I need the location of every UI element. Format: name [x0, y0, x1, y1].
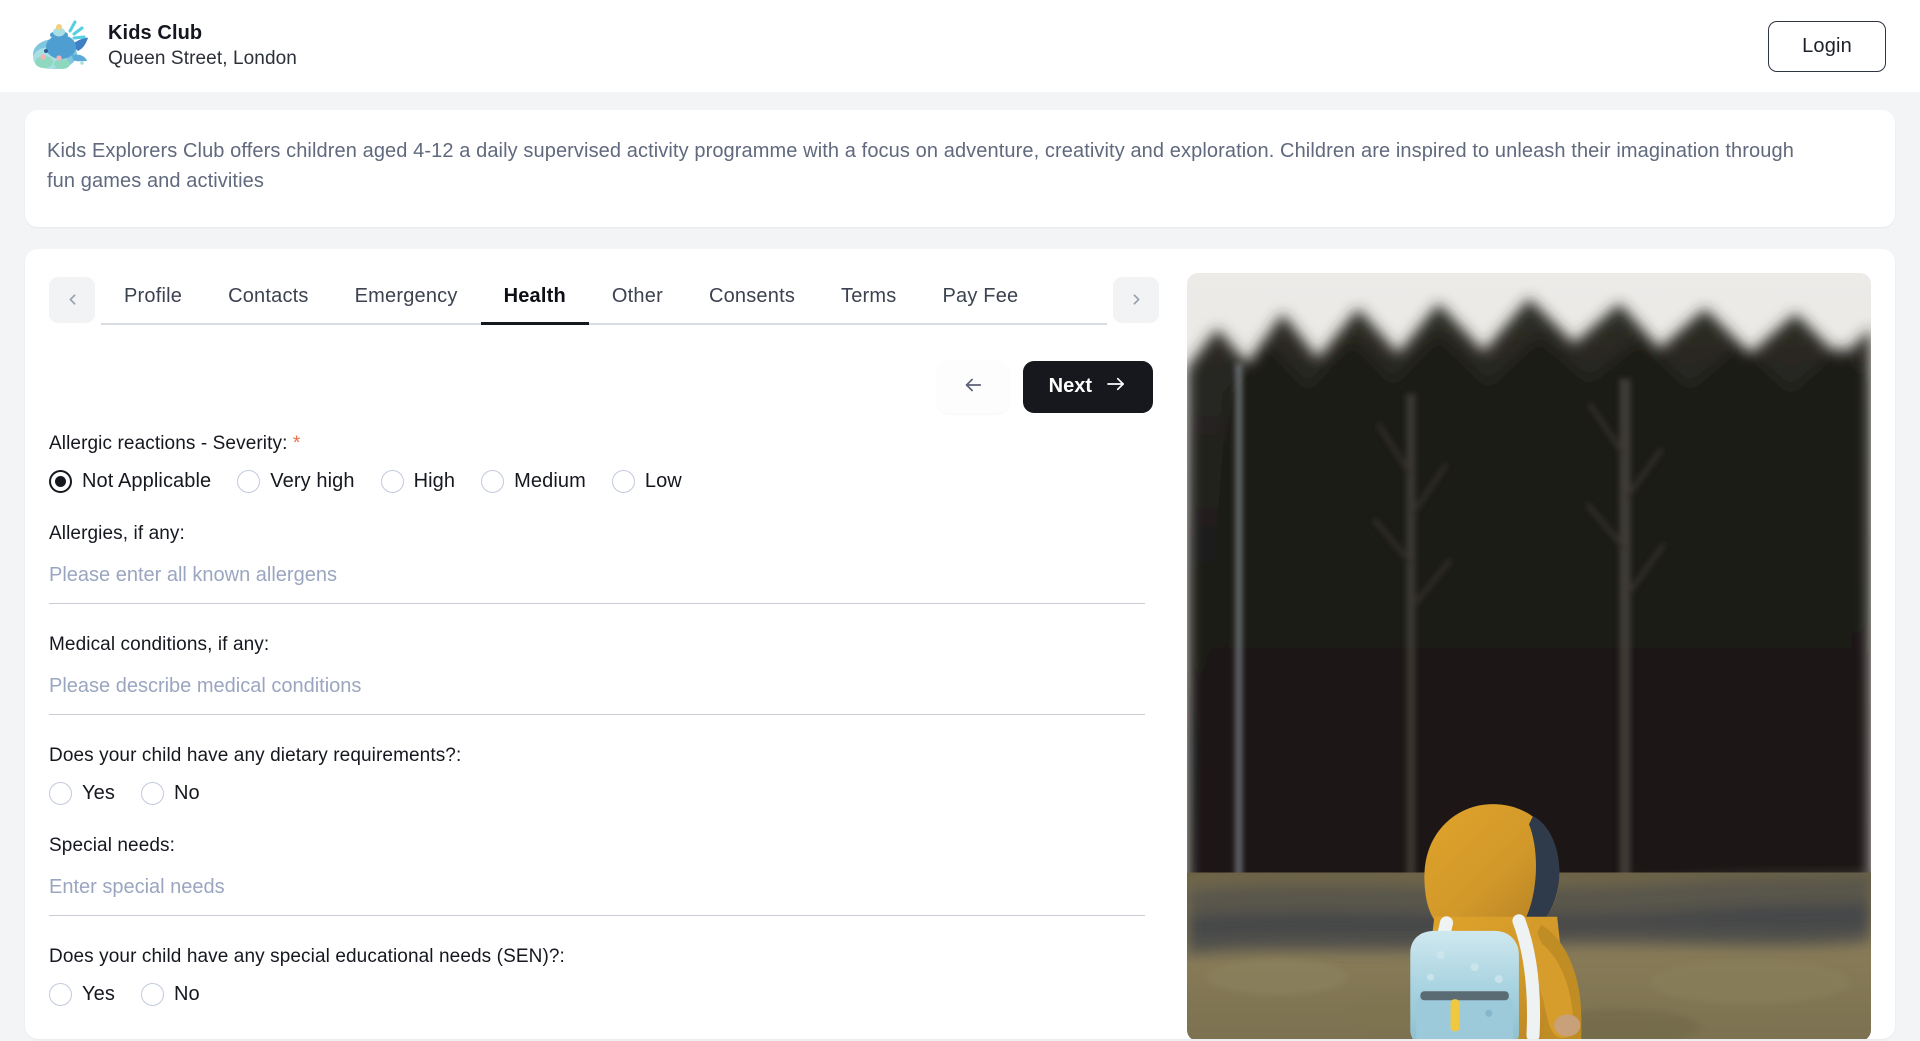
radio-dietary-no[interactable]: No — [140, 781, 200, 805]
tab-pay-fee[interactable]: Pay Fee — [919, 275, 1041, 325]
radio-dietary-yes[interactable]: Yes — [49, 781, 115, 805]
login-button[interactable]: Login — [1768, 20, 1886, 72]
radio-label: Yes — [82, 781, 115, 804]
next-button-label: Next — [1048, 375, 1092, 398]
radio-sen-yes[interactable]: Yes — [49, 982, 115, 1006]
arrow-left-icon — [962, 374, 984, 399]
radio-severity-low[interactable]: Low — [611, 469, 682, 493]
sen-label: Does your child have any special educati… — [49, 945, 565, 967]
severity-label: Allergic reactions - Severity: * — [49, 433, 1159, 455]
tab-list-viewport: Profile Contacts Emergency Health Other … — [101, 275, 1107, 325]
dietary-label: Does your child have any dietary require… — [49, 744, 462, 766]
whale-logo-icon — [28, 17, 90, 75]
site-header: Kids Club Queen Street, London Login — [0, 0, 1920, 92]
radio-mark-icon — [237, 469, 261, 493]
field-allergies: Allergies, if any: — [49, 523, 1159, 604]
back-button[interactable] — [936, 360, 1009, 413]
field-medical-conditions: Medical conditions, if any: — [49, 634, 1159, 715]
club-name: Kids Club — [108, 22, 203, 44]
required-asterisk: * — [292, 432, 301, 454]
radio-mark-icon — [49, 781, 72, 805]
page-content: Kids Explorers Club offers children aged… — [0, 92, 1920, 1039]
special-needs-label: Special needs: — [49, 834, 176, 856]
tab-health[interactable]: Health — [480, 275, 589, 325]
radio-label: Yes — [82, 982, 115, 1005]
radio-label: Not Applicable — [82, 469, 212, 492]
tab-terms[interactable]: Terms — [818, 275, 919, 325]
club-description-card: Kids Explorers Club offers children aged… — [25, 110, 1895, 227]
allergies-input[interactable] — [49, 559, 1145, 604]
radio-label: Low — [644, 469, 682, 492]
next-button[interactable]: Next — [1022, 360, 1153, 413]
tab-strip: Profile Contacts Emergency Health Other … — [49, 275, 1159, 325]
health-form: Allergic reactions - Severity: * Not App… — [49, 433, 1159, 1006]
special-needs-input[interactable] — [49, 871, 1145, 916]
radio-severity-not-applicable[interactable]: Not Applicable — [49, 469, 212, 493]
radio-label: Very high — [270, 469, 355, 492]
radio-severity-medium[interactable]: Medium — [481, 469, 586, 493]
sen-radio-group: Yes No — [49, 982, 1159, 1006]
tab-consents[interactable]: Consents — [686, 275, 818, 325]
tab-emergency[interactable]: Emergency — [332, 275, 481, 325]
tab-other[interactable]: Other — [589, 275, 686, 325]
club-photo — [1187, 272, 1871, 1039]
tab-profile[interactable]: Profile — [101, 275, 205, 325]
medical-conditions-label: Medical conditions, if any: — [49, 633, 270, 655]
radio-label: Medium — [514, 469, 586, 492]
radio-mark-icon — [49, 469, 72, 493]
radio-label: No — [173, 781, 200, 804]
radio-label: High — [413, 469, 456, 492]
allergies-label: Allergies, if any: — [49, 522, 185, 544]
radio-severity-very-high[interactable]: Very high — [237, 469, 355, 493]
dietary-radio-group: Yes No — [49, 781, 1159, 805]
brand: Kids Club Queen Street, London — [28, 17, 297, 75]
severity-radio-group: Not Applicable Very high High Medium Low — [49, 469, 1159, 493]
club-description-text: Kids Explorers Club offers children aged… — [47, 140, 1794, 193]
medical-conditions-input[interactable] — [49, 670, 1145, 715]
chevron-left-icon[interactable] — [49, 276, 95, 323]
radio-mark-icon — [49, 982, 72, 1006]
form-column: Profile Contacts Emergency Health Other … — [49, 273, 1159, 1039]
chevron-right-icon[interactable] — [1113, 276, 1159, 323]
club-location: Queen Street, London — [108, 48, 297, 69]
radio-severity-high[interactable]: High — [380, 469, 456, 493]
field-dietary-requirements: Does your child have any dietary require… — [49, 745, 1159, 805]
radio-mark-icon — [611, 469, 635, 493]
severity-label-text: Allergic reactions - Severity: — [49, 432, 288, 454]
radio-mark-icon — [140, 982, 164, 1006]
wizard-nav: Next — [49, 360, 1159, 413]
registration-card: Profile Contacts Emergency Health Other … — [25, 248, 1895, 1039]
radio-label: No — [173, 982, 200, 1005]
field-special-needs: Special needs: — [49, 835, 1159, 916]
radio-mark-icon — [140, 781, 164, 805]
radio-sen-no[interactable]: No — [140, 982, 200, 1006]
field-severity: Allergic reactions - Severity: * Not App… — [49, 433, 1159, 493]
radio-mark-icon — [380, 469, 404, 493]
radio-mark-icon — [481, 469, 505, 493]
media-column — [1187, 272, 1871, 1039]
field-sen: Does your child have any special educati… — [49, 946, 1159, 1006]
tab-contacts[interactable]: Contacts — [205, 275, 332, 325]
arrow-right-icon — [1105, 375, 1127, 398]
tab-list: Profile Contacts Emergency Health Other … — [101, 275, 1107, 325]
